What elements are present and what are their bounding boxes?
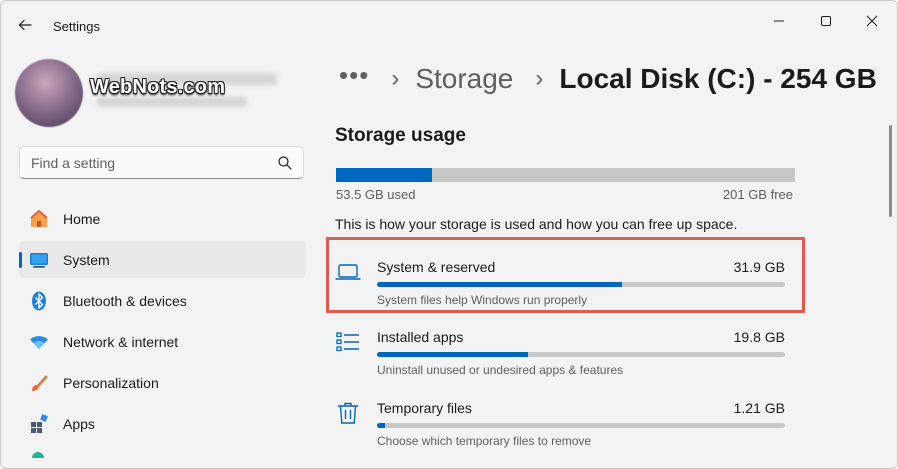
list-icon (336, 332, 359, 352)
breadcrumb-more-button[interactable]: ••• (339, 60, 369, 91)
sidebar-item-personalization[interactable]: Personalization (19, 364, 306, 401)
maximize-button[interactable] (803, 7, 849, 35)
category-bar (377, 282, 785, 287)
category-fill (377, 352, 528, 357)
category-bar (377, 352, 785, 357)
trash-icon (338, 402, 358, 424)
category-name: System & reserved (377, 259, 496, 275)
category-description: Uninstall unused or undesired apps & fea… (377, 363, 624, 377)
apps-icon (28, 413, 50, 435)
search-icon (278, 156, 292, 170)
sidebar-item-label: System (63, 252, 110, 268)
sidebar-item-label: Home (63, 211, 101, 227)
active-indicator (19, 252, 22, 268)
category-size: 19.8 GB (733, 329, 785, 345)
bluetooth-icon (28, 290, 50, 312)
title-bar: Settings (1, 1, 897, 41)
scrollbar[interactable] (889, 125, 892, 217)
category-fill (377, 423, 386, 428)
watermark: WebNots.com (90, 76, 226, 98)
category-fill (377, 282, 622, 287)
minimize-button[interactable] (756, 7, 802, 35)
minimize-icon (774, 20, 784, 22)
sidebar-item-system[interactable]: System (19, 241, 306, 278)
sidebar-item-label: Personalization (63, 375, 159, 391)
back-button[interactable] (13, 13, 37, 37)
close-button[interactable] (849, 7, 895, 35)
wifi-icon (28, 331, 50, 353)
laptop-icon (335, 264, 361, 280)
storage-info-text: This is how your storage is used and how… (335, 216, 738, 232)
search-input[interactable]: Find a setting (31, 155, 115, 171)
brush-icon (28, 372, 50, 394)
category-temporary-files[interactable]: Temporary files 1.21 GB Choose which tem… (335, 394, 785, 454)
maximize-icon (821, 16, 831, 26)
storage-usage-bar (336, 168, 795, 182)
free-label: 201 GB free (722, 187, 793, 202)
category-name: Temporary files (377, 400, 472, 416)
chevron-right-icon: › (535, 65, 544, 92)
category-installed-apps[interactable]: Installed apps 19.8 GB Uninstall unused … (335, 323, 785, 383)
category-name: Installed apps (377, 329, 464, 345)
home-icon (28, 208, 50, 230)
sidebar-nav: Home System Bluetooth & devices Network … (19, 200, 306, 458)
category-description: Choose which temporary files to remove (377, 434, 592, 448)
system-icon (28, 249, 50, 271)
avatar (15, 59, 83, 127)
sidebar-item-label: Apps (63, 416, 95, 432)
used-label: 53.5 GB used (336, 187, 416, 202)
category-size: 31.9 GB (733, 259, 785, 275)
sidebar-item-apps[interactable]: Apps (19, 405, 306, 442)
breadcrumb: ••• › Storage › Local Disk (C:) - 254 GB (339, 60, 877, 97)
chevron-right-icon: › (391, 65, 400, 92)
partial-nav-icon (32, 452, 44, 458)
app-title: Settings (53, 19, 100, 34)
category-description: System files help Windows run properly (377, 293, 588, 307)
sidebar-item-bluetooth[interactable]: Bluetooth & devices (19, 282, 306, 319)
section-title: Storage usage (335, 125, 466, 146)
storage-used-fill (336, 168, 433, 182)
close-icon (866, 15, 878, 27)
sidebar-item-label: Network & internet (63, 334, 179, 350)
category-bar (377, 423, 785, 428)
sidebar-item-home[interactable]: Home (19, 200, 306, 237)
category-size: 1.21 GB (733, 400, 785, 416)
page-title: Local Disk (C:) - 254 GB (559, 63, 877, 94)
category-system-reserved[interactable]: System & reserved 31.9 GB System files h… (335, 253, 785, 313)
sidebar-item-label: Bluetooth & devices (63, 293, 187, 309)
search-box[interactable]: Find a setting (19, 146, 304, 179)
user-profile[interactable]: WebNots.com (15, 59, 277, 129)
back-arrow-icon (18, 19, 32, 31)
breadcrumb-storage[interactable]: Storage (415, 63, 513, 95)
settings-window: Settings WebNots.com Find a setting Home (0, 0, 898, 469)
sidebar-item-network[interactable]: Network & internet (19, 323, 306, 360)
